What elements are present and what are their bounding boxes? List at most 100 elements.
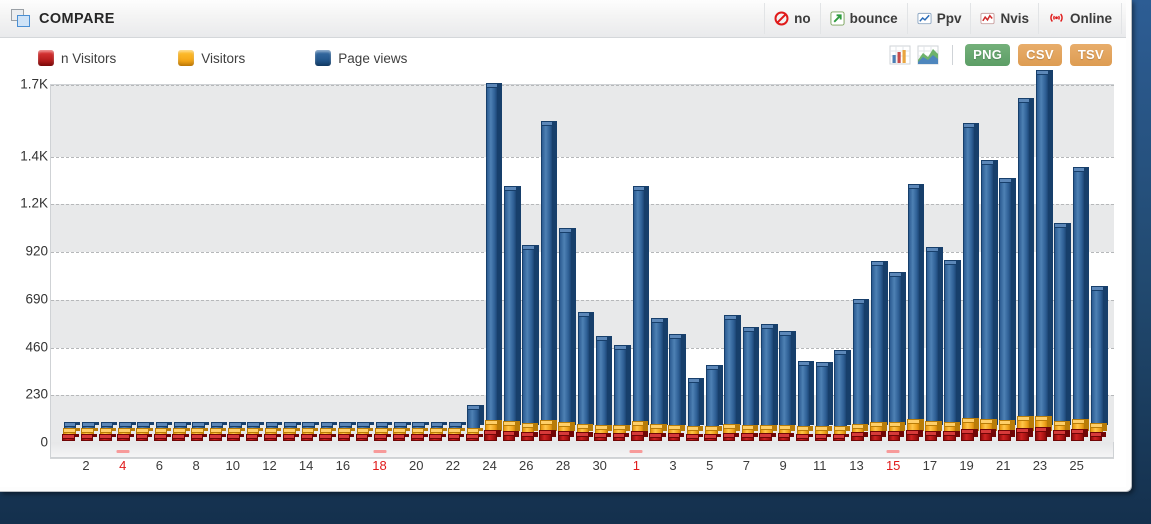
bar-page-views[interactable] <box>540 120 558 429</box>
toolbar-button-ppv[interactable]: Ppv <box>906 3 971 34</box>
bar-unique-visitors[interactable] <box>997 429 1015 441</box>
bar-unique-visitors[interactable] <box>392 434 410 441</box>
area-chart-toggle-icon[interactable] <box>916 44 940 66</box>
bar-unique-visitors[interactable] <box>355 434 373 441</box>
export-tsv-button[interactable]: TSV <box>1069 44 1112 66</box>
bar-unique-visitors[interactable] <box>245 434 263 441</box>
bar-page-views[interactable] <box>669 333 686 429</box>
bar-unique-visitors[interactable] <box>1052 430 1070 441</box>
bar-unique-visitors[interactable] <box>961 428 978 441</box>
bar-page-views[interactable] <box>687 378 705 429</box>
bar-unique-visitors[interactable] <box>722 432 740 441</box>
bar-unique-visitors[interactable] <box>704 433 722 441</box>
bar-page-views[interactable] <box>504 186 521 429</box>
bar-unique-visitors[interactable] <box>62 434 79 441</box>
bar-page-views[interactable] <box>779 330 796 429</box>
bar-unique-visitors[interactable] <box>172 434 190 441</box>
bar-unique-visitors[interactable] <box>576 432 593 441</box>
toolbar-button-no[interactable]: no <box>764 3 820 34</box>
bar-page-views[interactable] <box>742 327 760 429</box>
bar-unique-visitors[interactable] <box>759 432 777 441</box>
bar-unique-visitors[interactable] <box>337 434 355 441</box>
bar-unique-visitors[interactable] <box>190 434 208 441</box>
bar-page-views[interactable] <box>907 184 925 429</box>
bar-page-views[interactable] <box>834 350 851 429</box>
bar-page-views[interactable] <box>1091 285 1108 429</box>
bar-page-views[interactable] <box>944 260 962 429</box>
export-png-button[interactable]: PNG <box>965 44 1011 66</box>
bar-unique-visitors[interactable] <box>99 434 116 441</box>
bar-unique-visitors[interactable] <box>520 431 538 441</box>
bar-unique-visitors[interactable] <box>906 429 923 441</box>
bar-unique-visitors[interactable] <box>557 430 575 441</box>
bar-unique-visitors[interactable] <box>429 434 446 441</box>
toolbar-button-nvis[interactable]: Nvis <box>970 3 1038 34</box>
bar-unique-visitors[interactable] <box>502 430 520 441</box>
bar-page-views[interactable] <box>999 178 1017 429</box>
bar-unique-visitors[interactable] <box>209 434 226 441</box>
bar-unique-visitors[interactable] <box>410 434 428 441</box>
bar-page-views[interactable] <box>1072 166 1090 429</box>
bar-unique-visitors[interactable] <box>135 434 153 441</box>
bar-page-views[interactable] <box>871 261 888 429</box>
bar-unique-visitors[interactable] <box>796 434 813 441</box>
bar-unique-visitors[interactable] <box>814 434 832 441</box>
bar-page-views[interactable] <box>1036 70 1053 429</box>
bar-page-views[interactable] <box>1017 98 1035 429</box>
bar-unique-visitors[interactable] <box>832 433 850 441</box>
bar-unique-visitors[interactable] <box>80 434 98 441</box>
bar-unique-visitors[interactable] <box>631 430 648 441</box>
bar-unique-visitors[interactable] <box>117 434 134 441</box>
bar-unique-visitors[interactable] <box>777 433 795 441</box>
bar-page-views[interactable] <box>760 324 778 429</box>
bar-unique-visitors[interactable] <box>1016 427 1033 441</box>
bar-unique-visitors[interactable] <box>667 432 685 441</box>
bar-unique-visitors[interactable] <box>227 434 245 441</box>
bar-chart-toggle-icon[interactable] <box>888 44 912 66</box>
bar-unique-visitors[interactable] <box>484 429 501 441</box>
bar-page-views[interactable] <box>724 315 741 429</box>
toolbar-button-bounce[interactable]: bounce <box>819 3 907 34</box>
bar-unique-visitors[interactable] <box>374 434 391 441</box>
bar-page-views[interactable] <box>816 361 833 429</box>
export-csv-button[interactable]: CSV <box>1018 44 1062 66</box>
bar-page-views[interactable] <box>595 335 613 429</box>
bar-unique-visitors[interactable] <box>851 432 868 441</box>
bar-page-views[interactable] <box>632 186 650 429</box>
bar-page-views[interactable] <box>577 311 595 429</box>
bar-page-views[interactable] <box>650 318 668 429</box>
bar-unique-visitors[interactable] <box>887 431 905 441</box>
toolbar-button-online[interactable]: Online <box>1037 3 1122 34</box>
bar-unique-visitors[interactable] <box>154 434 171 441</box>
bar-page-views[interactable] <box>614 345 631 429</box>
bar-unique-visitors[interactable] <box>612 433 630 441</box>
bar-unique-visitors[interactable] <box>649 432 666 441</box>
bar-unique-visitors[interactable] <box>264 434 281 441</box>
bar-page-views[interactable] <box>852 299 870 429</box>
bar-page-views[interactable] <box>926 246 943 429</box>
bar-page-views[interactable] <box>889 272 906 429</box>
bar-unique-visitors[interactable] <box>686 434 703 441</box>
bar-page-views[interactable] <box>797 360 815 429</box>
bar-unique-visitors[interactable] <box>1034 427 1052 441</box>
bar-unique-visitors[interactable] <box>465 434 483 441</box>
bar-page-views[interactable] <box>705 364 723 429</box>
bar-page-views[interactable] <box>559 227 576 429</box>
bar-page-views[interactable] <box>981 160 998 429</box>
bar-unique-visitors[interactable] <box>282 434 300 441</box>
bar-unique-visitors[interactable] <box>447 434 465 441</box>
bar-unique-visitors[interactable] <box>979 429 997 441</box>
legend-item-visitors[interactable]: Visitors <box>178 50 245 66</box>
bar-unique-visitors[interactable] <box>741 432 758 441</box>
legend-item-unique-visitors[interactable]: n Visitors <box>38 50 116 66</box>
bar-unique-visitors[interactable] <box>1089 432 1107 441</box>
bar-page-views[interactable] <box>485 82 503 429</box>
bar-unique-visitors[interactable] <box>594 432 611 441</box>
bar-page-views[interactable] <box>522 245 540 429</box>
bar-unique-visitors[interactable] <box>869 430 887 441</box>
bar-unique-visitors[interactable] <box>942 430 960 441</box>
bar-page-views[interactable] <box>467 405 485 429</box>
bar-unique-visitors[interactable] <box>300 434 318 441</box>
bar-unique-visitors[interactable] <box>1071 429 1088 441</box>
bar-unique-visitors[interactable] <box>539 429 556 441</box>
